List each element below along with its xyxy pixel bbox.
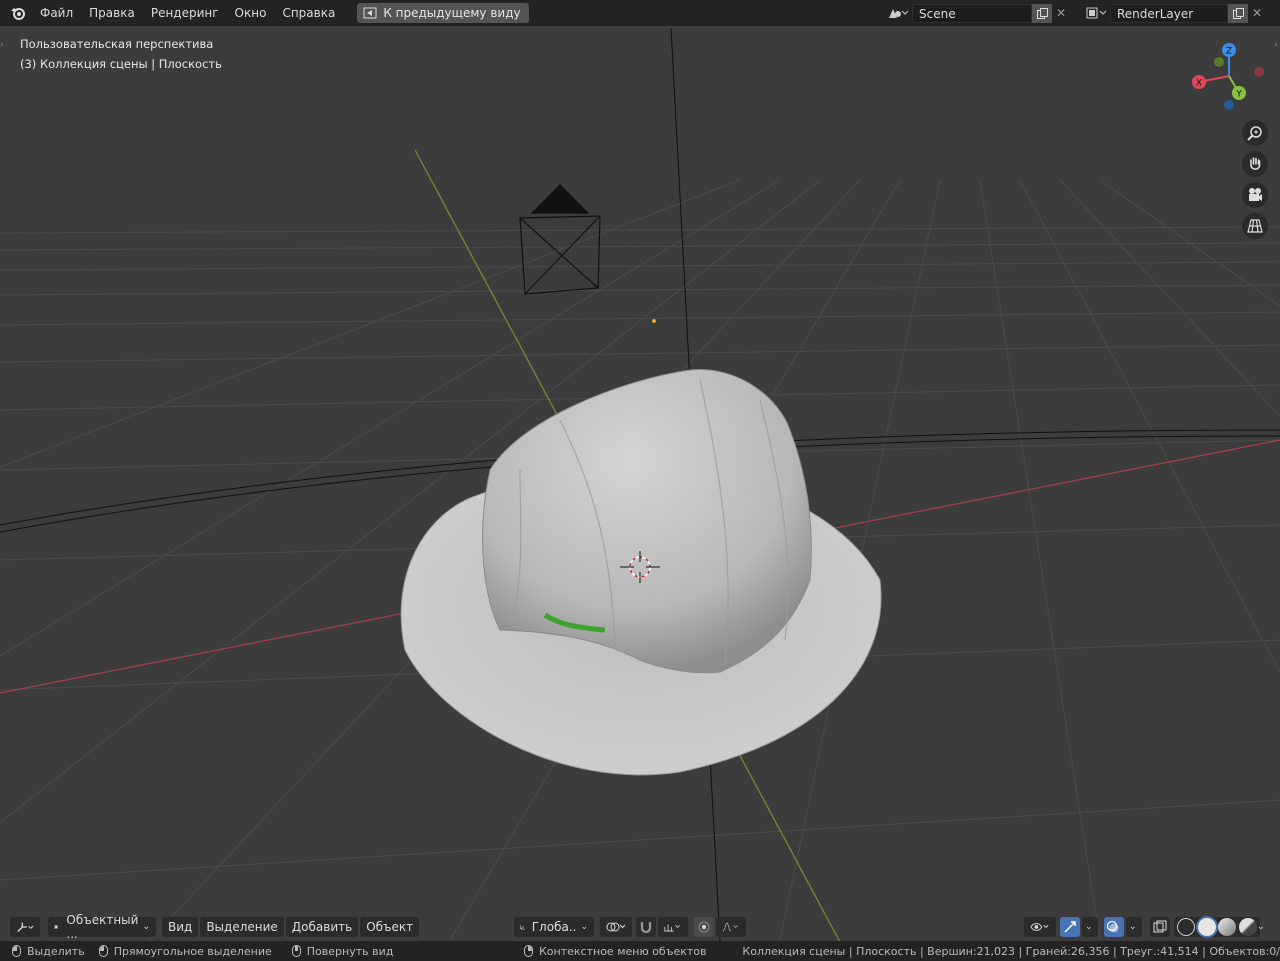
layer-browse-icon[interactable] [1082,3,1110,23]
mouse-middle-icon [291,945,301,957]
gizmo-icon [1064,921,1076,933]
back-to-previous-button[interactable]: К предыдущему виду [357,3,529,23]
proportional-edit-toggle[interactable] [694,917,714,937]
camera-view-icon[interactable] [1242,182,1268,208]
menu-window[interactable]: Окно [227,2,275,24]
viewport-header: Объектный ... ⌄ Вид Выделение Добавить О… [0,913,1280,941]
zoom-icon[interactable] [1242,120,1268,146]
status-bar: Выделить Прямоугольное выделение Поверну… [0,941,1280,961]
proportional-edit-icon [698,921,710,933]
status-select-label: Выделить [27,944,85,958]
shading-mode-group [1174,917,1260,937]
perspective-toggle-icon[interactable] [1242,213,1268,239]
editor-type-icon[interactable] [10,917,40,937]
status-rotate-hint: Повернуть вид [291,944,394,958]
solid-shading-icon[interactable] [1197,918,1216,936]
menu-view[interactable]: Вид [162,917,199,937]
snap-increment-icon [664,924,680,932]
proportional-falloff-selector[interactable] [716,917,746,937]
status-context-label: Контекстное меню объектов [539,944,707,958]
status-rotate-label: Повернуть вид [306,944,394,958]
chevron-down-icon: ⌄ [1129,922,1137,932]
snap-toggle[interactable] [636,917,656,937]
toolbar-expand-icon[interactable]: › [0,40,6,54]
chevron-down-icon: ⌄ [580,922,588,932]
status-box-select-label: Прямоугольное выделение [113,944,272,958]
wireframe-shading-icon[interactable] [1177,918,1196,936]
status-context-hint: Контекстное меню объектов [524,945,707,958]
pivot-point-selector[interactable] [600,917,632,937]
render-layer-selector: RenderLayer ✕ [1082,3,1266,23]
pan-hand-icon[interactable] [1242,151,1268,177]
copy-icon [1232,7,1244,19]
menu-object[interactable]: Объект [360,917,420,937]
new-layer-button[interactable] [1228,3,1248,23]
copy-icon [1036,7,1048,19]
navigation-gizmo: Z X Y [1192,43,1264,110]
scene-name-field[interactable]: Scene [912,3,1032,23]
snap-target-selector[interactable] [658,917,688,937]
scene-browse-icon[interactable] [884,3,912,23]
gizmo-x-label: X [1196,79,1202,89]
menu-help[interactable]: Справка [274,2,343,24]
mouse-left-icon [12,945,21,957]
back-icon [363,7,377,19]
delete-layer-button[interactable]: ✕ [1248,4,1266,23]
menu-file[interactable]: Файл [32,2,81,24]
magnet-icon [640,922,652,934]
object-mode-icon [54,924,59,930]
render-layer-field[interactable]: RenderLayer [1110,3,1228,23]
top-bar: Файл Правка Рендеринг Окно Справка К пре… [0,0,1280,26]
back-button-label: К предыдущему виду [383,6,521,20]
delete-scene-button[interactable]: ✕ [1052,4,1070,23]
status-box-select-hint: Прямоугольное выделение [98,944,272,958]
overlays-dropdown[interactable]: ⌄ [1126,917,1142,937]
scene-statistics: Коллекция сцены | Плоскость | Вершин:21,… [742,944,1280,958]
collection-info: (3) Коллекция сцены | Плоскость [20,57,222,71]
xray-toggle[interactable] [1150,917,1170,937]
menu-edit[interactable]: Правка [81,2,143,24]
scene-selector: Scene ✕ [884,3,1070,23]
gizmo-z-label: Z [1226,47,1232,57]
cloth-object [482,369,812,674]
view-name: Пользовательская перспектива [20,37,214,51]
gizmo-toggle[interactable] [1060,917,1080,937]
mode-selector[interactable]: Объектный ... ⌄ [48,913,156,941]
mouse-right-icon [524,945,533,957]
menu-add[interactable]: Добавить [285,917,359,937]
3d-viewport[interactable]: Z X Y Пользовательская перспектива (3) К… [0,26,1280,942]
overlays-toggle[interactable] [1104,917,1124,937]
shading-dropdown[interactable]: ⌄ [1254,917,1270,937]
falloff-curve-icon [722,922,738,932]
blender-logo-icon[interactable] [10,5,26,21]
xray-icon [1153,920,1167,933]
orientation-label: Глоба.. [531,920,577,934]
material-shading-icon[interactable] [1218,918,1237,936]
gizmo-y-label: Y [1235,90,1242,100]
menu-render[interactable]: Рендеринг [143,2,227,24]
gizmo-dropdown[interactable]: ⌄ [1082,917,1098,937]
menu-select[interactable]: Выделение [200,917,284,937]
eye-icon [1030,923,1049,931]
chevron-down-icon: ⌄ [1085,922,1093,932]
mode-label: Объектный ... [66,913,139,941]
viewport-scene: Z X Y [0,27,1280,942]
status-select-hint: Выделить [12,945,85,958]
transform-orientation-selector[interactable]: Глоба.. ⌄ [514,917,594,937]
sidebar-expand-icon[interactable]: ‹ [1274,40,1280,54]
overlays-icon [1106,920,1119,933]
orientation-icon [520,924,525,930]
chevron-down-icon: ⌄ [142,922,150,932]
chevron-down-icon: ⌄ [1257,922,1265,932]
mouse-drag-icon [98,945,108,957]
visibility-selector[interactable] [1024,917,1056,937]
pivot-icon [606,922,626,932]
new-scene-button[interactable] [1032,3,1052,23]
